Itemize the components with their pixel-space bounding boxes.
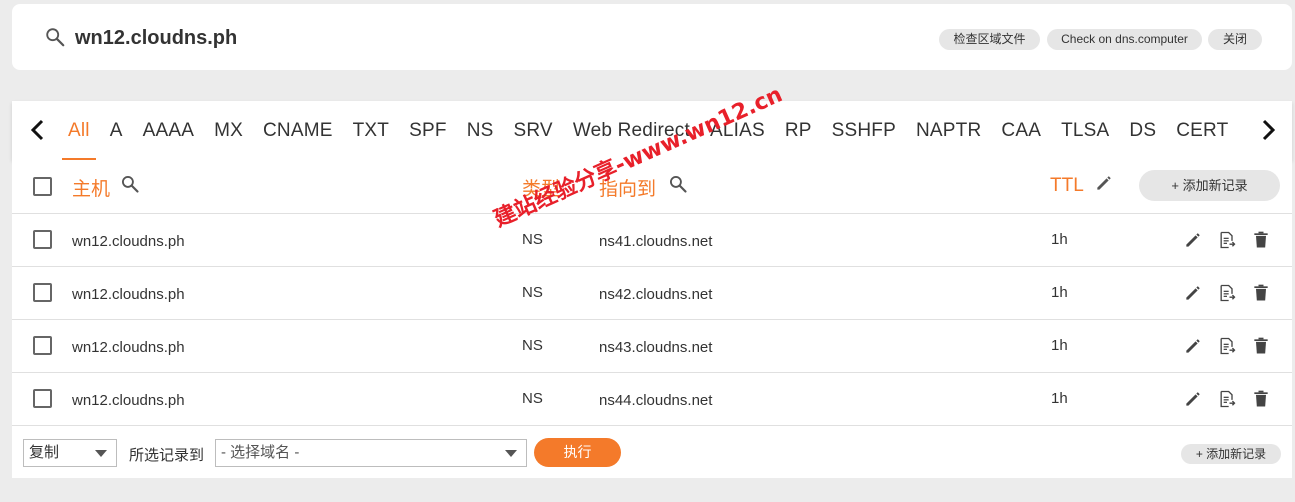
add-record-button[interactable]: + 添加新记录 bbox=[1139, 170, 1280, 201]
copy-record-icon[interactable] bbox=[1217, 389, 1237, 409]
chevron-left-icon[interactable] bbox=[28, 118, 48, 142]
table-row: wn12.cloudns.ph NS ns41.cloudns.net 1h bbox=[12, 213, 1292, 266]
host-cell: wn12.cloudns.ph bbox=[72, 286, 185, 303]
tab-all[interactable]: All bbox=[58, 101, 100, 160]
trash-icon[interactable] bbox=[1251, 389, 1271, 409]
tab-tlsa[interactable]: TLSA bbox=[1051, 101, 1119, 160]
points-to-cell: ns42.cloudns.net bbox=[599, 286, 713, 303]
table-row: wn12.cloudns.ph NS ns44.cloudns.net 1h bbox=[12, 372, 1292, 425]
bulk-action-bar: 复制 所选记录到 - 选择域名 - 执行 + 添加新记录 bbox=[12, 425, 1292, 478]
close-button[interactable]: 关闭 bbox=[1208, 29, 1262, 50]
tab-a[interactable]: A bbox=[100, 101, 133, 160]
tab-alias[interactable]: ALIAS bbox=[700, 101, 775, 160]
host-search-icon[interactable] bbox=[120, 174, 140, 194]
host-cell: wn12.cloudns.ph bbox=[72, 339, 185, 356]
tab-ns[interactable]: NS bbox=[457, 101, 504, 160]
points-to-column-header: 指向到 bbox=[599, 179, 657, 200]
tab-rp[interactable]: RP bbox=[775, 101, 822, 160]
trash-icon[interactable] bbox=[1251, 283, 1271, 303]
edit-icon[interactable] bbox=[1183, 336, 1203, 356]
domain-select-placeholder: - 选择域名 - bbox=[221, 444, 300, 461]
record-type-tabs: All A AAAA MX CNAME TXT SPF NS SRV Web Redirect AL… bbox=[12, 101, 1292, 160]
copy-record-icon[interactable] bbox=[1217, 230, 1237, 250]
type-cell: NS bbox=[522, 390, 543, 407]
points-to-cell: ns41.cloudns.net bbox=[599, 233, 713, 250]
row-checkbox[interactable] bbox=[33, 230, 52, 249]
copy-record-icon[interactable] bbox=[1217, 283, 1237, 303]
records-table: 主机 类型 指向到 TTL + 添加新记录 wn12.cloudns.ph NS n… bbox=[12, 160, 1292, 478]
add-record-button-bottom[interactable]: + 添加新记录 bbox=[1181, 444, 1281, 464]
type-column-header: 类型 bbox=[522, 179, 561, 200]
tabs-track: All A AAAA MX CNAME TXT SPF NS SRV Web Redirect AL… bbox=[58, 101, 1242, 160]
ttl-cell: 1h bbox=[1051, 284, 1068, 301]
type-cell: NS bbox=[522, 231, 543, 248]
ttl-cell: 1h bbox=[1051, 390, 1068, 407]
copy-record-icon[interactable] bbox=[1217, 336, 1237, 356]
tab-aaaa[interactable]: AAAA bbox=[133, 101, 205, 160]
domain-title: wn12.cloudns.ph bbox=[75, 27, 238, 49]
move-label: 所选记录到 bbox=[129, 447, 205, 464]
action-select[interactable]: 复制 bbox=[23, 439, 117, 467]
ttl-column-header: TTL bbox=[1050, 175, 1084, 196]
edit-icon[interactable] bbox=[1183, 389, 1203, 409]
trash-icon[interactable] bbox=[1251, 230, 1271, 250]
tab-txt[interactable]: TXT bbox=[343, 101, 400, 160]
points-to-search-icon[interactable] bbox=[668, 174, 688, 194]
row-checkbox[interactable] bbox=[33, 283, 52, 302]
execute-button[interactable]: 执行 bbox=[534, 438, 621, 467]
table-row: wn12.cloudns.ph NS ns42.cloudns.net 1h bbox=[12, 266, 1292, 319]
host-cell: wn12.cloudns.ph bbox=[72, 233, 185, 250]
tab-ds[interactable]: DS bbox=[1119, 101, 1166, 160]
host-cell: wn12.cloudns.ph bbox=[72, 392, 185, 409]
type-cell: NS bbox=[522, 337, 543, 354]
tab-web-redirect[interactable]: Web Redirect bbox=[563, 101, 700, 160]
chevron-down-icon bbox=[505, 450, 517, 457]
trash-icon[interactable] bbox=[1251, 336, 1271, 356]
search-icon[interactable] bbox=[44, 26, 66, 48]
tab-cname[interactable]: CNAME bbox=[253, 101, 343, 160]
points-to-cell: ns44.cloudns.net bbox=[599, 392, 713, 409]
tab-caa[interactable]: CAA bbox=[991, 101, 1051, 160]
action-select-value: 复制 bbox=[29, 444, 60, 461]
row-checkbox[interactable] bbox=[33, 389, 52, 408]
edit-icon[interactable] bbox=[1183, 283, 1203, 303]
ttl-cell: 1h bbox=[1051, 337, 1068, 354]
edit-icon[interactable] bbox=[1183, 230, 1203, 250]
points-to-cell: ns43.cloudns.net bbox=[599, 339, 713, 356]
domain-header-card: wn12.cloudns.ph 检查区域文件 Check on dns.comp… bbox=[12, 4, 1292, 70]
chevron-right-icon[interactable] bbox=[1258, 118, 1278, 142]
table-row: wn12.cloudns.ph NS ns43.cloudns.net 1h bbox=[12, 319, 1292, 372]
type-cell: NS bbox=[522, 284, 543, 301]
row-checkbox[interactable] bbox=[33, 336, 52, 355]
tab-spf[interactable]: SPF bbox=[399, 101, 457, 160]
tab-mx[interactable]: MX bbox=[204, 101, 253, 160]
ttl-cell: 1h bbox=[1051, 231, 1068, 248]
domain-select[interactable]: - 选择域名 - bbox=[215, 439, 527, 467]
host-column-header: 主机 bbox=[72, 179, 111, 200]
check-dns-computer-button[interactable]: Check on dns.computer bbox=[1047, 29, 1202, 50]
select-all-checkbox[interactable] bbox=[33, 177, 52, 196]
tab-srv[interactable]: SRV bbox=[503, 101, 562, 160]
chevron-down-icon bbox=[95, 450, 107, 457]
tab-naptr[interactable]: NAPTR bbox=[906, 101, 991, 160]
tab-sshfp[interactable]: SSHFP bbox=[822, 101, 906, 160]
check-zone-file-button[interactable]: 检查区域文件 bbox=[939, 29, 1040, 50]
ttl-edit-icon[interactable] bbox=[1094, 173, 1114, 193]
tab-cert[interactable]: CERT bbox=[1166, 101, 1238, 160]
